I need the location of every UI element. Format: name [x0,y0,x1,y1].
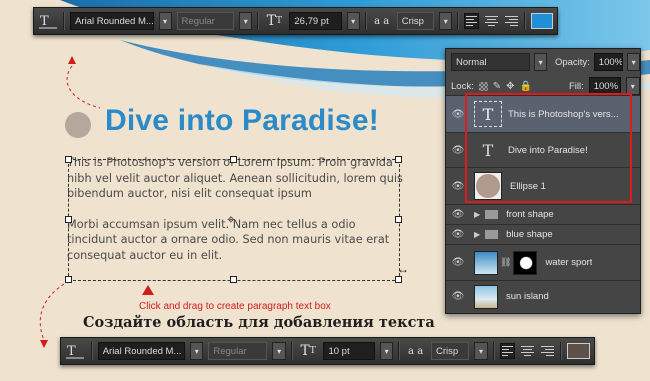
separator [90,342,93,360]
separator [63,12,66,30]
link-icon: ⛓ [500,257,512,267]
anti-alias-select[interactable]: Crisp [430,342,470,360]
separator [290,342,293,360]
pointer-triangle-icon [142,285,154,295]
anti-alias-icon: a a [374,15,390,27]
align-left-button[interactable] [464,13,480,29]
chevron-down-icon[interactable]: ▾ [474,342,488,360]
resize-handle[interactable] [395,276,402,283]
layer-row-sun-island[interactable]: 👁 sun island [446,280,640,312]
svg-text:T: T [40,14,49,29]
text-tool-icon[interactable]: T [38,11,58,31]
eye-icon[interactable]: 👁 [450,291,466,302]
text-tool-icon[interactable]: T [65,341,86,361]
font-size-input[interactable]: 26,79 pt [289,12,342,30]
highlight-text-layers [465,93,632,203]
expand-arrow-icon[interactable]: ▶ [474,210,480,219]
resize-handle[interactable] [395,216,402,223]
chevron-down-icon[interactable]: ▾ [534,53,547,71]
chevron-down-icon[interactable]: ▾ [239,12,253,30]
separator [492,342,495,360]
chevron-down-icon[interactable]: ▾ [272,342,286,360]
chevron-down-icon[interactable]: ▾ [379,342,394,360]
separator [364,12,367,30]
text-color-swatch[interactable] [567,343,590,359]
resize-handle[interactable] [65,156,72,163]
mask-thumbnail [513,250,538,275]
folder-icon [485,210,499,219]
separator [398,342,401,360]
chevron-down-icon[interactable]: ▾ [190,342,204,360]
fill-label: Fill: [568,80,584,92]
resize-handle[interactable] [395,156,402,163]
folder-icon [485,230,499,239]
russian-caption: Создайте область для добавления текста [83,314,435,331]
image-thumbnail [474,250,498,275]
instruction-tip: Click and drag to create paragraph text … [139,301,331,312]
font-size-icon: TT [266,13,282,29]
separator [560,342,563,360]
separator [457,12,460,30]
align-center-button[interactable] [520,343,535,359]
layer-row-blue-shape[interactable]: 👁 ▶ blue shape [446,224,640,244]
chevron-down-icon[interactable]: ▾ [439,12,453,30]
layer-name: blue shape [506,229,553,240]
separator [257,12,260,30]
resize-handle[interactable] [65,216,72,223]
top-options-toolbar: T Arial Rounded M... ▾ Regular ▾ TT 26,7… [33,7,558,35]
align-left-button[interactable] [499,343,515,359]
font-family-select[interactable]: Arial Rounded M... [70,12,154,30]
bottom-options-toolbar: T Arial Rounded M... ▾ Regular ▾ TT 10 p… [60,337,595,365]
layer-row-front-shape[interactable]: 👁 ▶ front shape [446,204,640,224]
anti-alias-icon: a a [408,345,424,357]
layer-row-water-sport[interactable]: 👁 ⛓ water sport [446,244,640,280]
eye-icon[interactable]: 👁 [450,109,466,120]
align-center-button[interactable] [484,13,499,29]
align-right-button[interactable] [540,343,555,359]
chevron-down-icon[interactable]: ▾ [346,12,360,30]
layer-name: front shape [506,209,554,220]
lock-all-icon[interactable]: 🔒 [520,81,532,92]
svg-text:T: T [67,344,76,359]
chevron-down-icon[interactable]: ▾ [158,12,172,30]
lock-move-icon[interactable]: ✥ [506,81,514,92]
font-size-icon: TT [300,343,316,359]
separator [523,12,526,30]
font-style-select[interactable]: Regular [176,12,235,30]
chevron-down-icon[interactable]: ▾ [627,53,640,71]
blend-row: Normal ▾ Opacity: 100% ▾ [446,53,640,71]
expand-arrow-icon[interactable]: ▶ [474,230,480,239]
anti-alias-select[interactable]: Crisp [396,12,435,30]
image-thumbnail [474,284,498,309]
ellipse-shape [65,112,91,138]
resize-cursor-icon: ↔ [397,262,409,276]
lock-transparent-icon[interactable] [478,81,488,91]
blend-mode-select[interactable]: Normal [451,53,531,71]
eye-icon[interactable]: 👁 [450,257,466,268]
font-style-select[interactable]: Regular [208,342,268,360]
resize-handle[interactable] [230,156,237,163]
opacity-input[interactable]: 100% [593,53,624,71]
lock-label: Lock: [451,80,474,92]
layer-name: water sport [545,257,593,268]
layer-name: sun island [506,291,549,302]
crosshair-icon: ⌖ [227,211,235,227]
headline: Dive into Paradise! [105,104,379,137]
text-color-swatch[interactable] [530,13,554,29]
eye-icon[interactable]: 👁 [450,209,466,220]
lock-brush-icon[interactable]: ✎ [493,81,501,92]
eye-icon[interactable]: 👁 [450,181,466,192]
align-right-button[interactable] [504,13,519,29]
resize-handle[interactable] [230,276,237,283]
eye-icon[interactable]: 👁 [450,229,466,240]
eye-icon[interactable]: 👁 [450,145,466,156]
font-family-select[interactable]: Arial Rounded M... [97,342,186,360]
resize-handle[interactable] [65,276,72,283]
opacity-label: Opacity: [554,56,590,68]
font-size-input[interactable]: 10 pt [323,342,375,360]
